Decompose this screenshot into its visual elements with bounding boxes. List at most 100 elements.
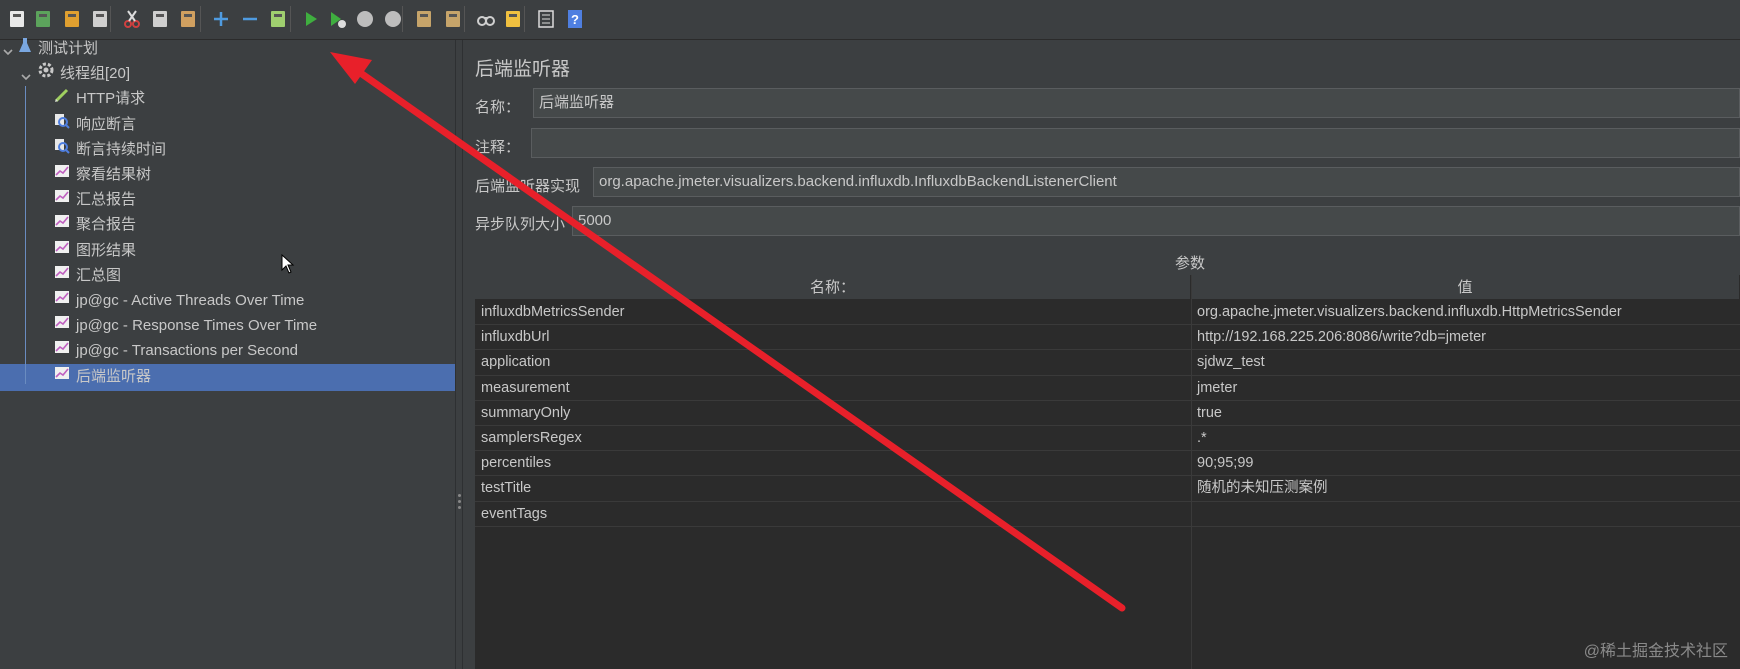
toolbar-separator	[524, 6, 525, 32]
expand-icon[interactable]	[211, 9, 231, 29]
start-icon[interactable]	[301, 9, 321, 29]
param-name-cell[interactable]: samplersRegex	[475, 426, 1191, 452]
implementation-label: 后端监听器实现	[475, 178, 581, 195]
tree-node[interactable]: 汇总报告	[54, 187, 136, 213]
gear-icon	[38, 61, 54, 87]
column-header-value[interactable]: 值	[1191, 275, 1740, 300]
assertion-icon	[54, 112, 70, 138]
listener-icon	[54, 212, 70, 238]
queue-size-field[interactable]: 5000	[572, 206, 1740, 236]
cut-icon[interactable]	[122, 9, 142, 29]
tree-node[interactable]: 断言持续时间	[54, 137, 166, 163]
param-name-cell[interactable]: testTitle	[475, 476, 1191, 502]
tree-node-label: jp@gc - Transactions per Second	[76, 342, 299, 360]
tree-node[interactable]: 线程组[20]	[38, 61, 130, 87]
listener-icon	[54, 364, 70, 390]
collapse-icon[interactable]	[240, 9, 260, 29]
expand-chevron-icon[interactable]	[21, 69, 31, 87]
pen-icon	[54, 86, 70, 112]
param-value-cell[interactable]: sjdwz_test	[1191, 350, 1740, 376]
name-label: 名称：	[475, 99, 521, 116]
save-icon[interactable]	[90, 9, 110, 29]
listener-icon	[54, 162, 70, 188]
mouse-cursor-icon	[281, 253, 295, 279]
param-name-cell[interactable]: summaryOnly	[475, 401, 1191, 426]
panel-title: 后端监听器	[475, 59, 571, 80]
param-value-cell[interactable]: 90;95;99	[1191, 451, 1740, 477]
tree-node[interactable]: jp@gc - Response Times Over Time	[54, 313, 317, 339]
shutdown-icon[interactable]	[383, 9, 403, 29]
templates-icon[interactable]	[33, 9, 53, 29]
param-name-cell[interactable]: eventTags	[475, 502, 1191, 527]
param-value-cell[interactable]: jmeter	[1191, 376, 1740, 401]
help-icon[interactable]: ?	[565, 9, 585, 29]
open-icon[interactable]	[62, 9, 82, 29]
tree-node[interactable]: 汇总图	[54, 263, 121, 289]
tree-node-label: 聚合报告	[76, 216, 137, 234]
tree-node[interactable]: 测试计划	[18, 36, 98, 62]
param-name-cell[interactable]: percentiles	[475, 451, 1191, 477]
tree-node-label: jp@gc - Active Threads Over Time	[76, 292, 305, 309]
tree-node[interactable]: 图形结果	[54, 238, 136, 264]
tree-node-label: 测试计划	[38, 40, 99, 57]
tree-node-label: jp@gc - Response Times Over Time	[76, 317, 318, 335]
implementation-combo[interactable]: org.apache.jmeter.visualizers.backend.in…	[593, 167, 1740, 197]
param-value-cell[interactable]	[1191, 502, 1740, 527]
assertion-icon	[54, 137, 70, 163]
param-value-cell[interactable]: org.apache.jmeter.visualizers.backend.in…	[1191, 300, 1740, 326]
clear-all-icon[interactable]	[443, 9, 463, 29]
test-plan-icon	[18, 36, 32, 62]
tree-node-label: 线程组[20]	[60, 65, 131, 83]
reset-search-icon[interactable]	[503, 9, 523, 29]
listener-icon	[54, 187, 70, 213]
tree-node[interactable]: 响应断言	[54, 112, 136, 138]
param-value-cell[interactable]: true	[1191, 401, 1740, 426]
start-no-pauses-icon[interactable]	[327, 9, 347, 29]
param-name-cell[interactable]: influxdbUrl	[475, 325, 1191, 351]
listener-icon	[54, 338, 70, 364]
param-name-cell[interactable]: application	[475, 350, 1191, 376]
name-field[interactable]: 后端监听器	[533, 88, 1740, 118]
tree-node-label: 断言持续时间	[76, 140, 167, 158]
param-value-cell[interactable]: .*	[1191, 426, 1740, 452]
tree-node[interactable]: 察看结果树	[54, 162, 151, 188]
listener-icon	[54, 263, 70, 289]
tree-node-label: 察看结果树	[76, 166, 152, 183]
comment-field[interactable]	[531, 128, 1740, 158]
paste-icon[interactable]	[178, 9, 198, 29]
param-value-cell[interactable]: 随机的未知压测案例	[1191, 476, 1740, 502]
splitter-grip-dot	[458, 494, 461, 497]
stop-icon[interactable]	[355, 9, 375, 29]
copy-icon[interactable]	[150, 9, 170, 29]
tree-node-label: 后端监听器	[76, 367, 152, 385]
splitter-grip-dot	[458, 500, 461, 503]
parameters-table: 名称： 值 influxdbMetricsSender org.apache.jm…	[475, 275, 1740, 669]
tree-node[interactable]: jp@gc - Active Threads Over Time	[54, 288, 304, 314]
new-icon[interactable]	[7, 9, 27, 29]
tree-node[interactable]: 聚合报告	[54, 212, 136, 238]
tree-node-label: 图形结果	[76, 241, 137, 259]
tree-node[interactable]: HTTP请求	[54, 86, 145, 112]
toggle-icon[interactable]	[268, 9, 288, 29]
tree-guide-line	[25, 86, 26, 384]
tree-node-label: 响应断言	[76, 115, 137, 133]
function-helper-icon[interactable]	[536, 9, 556, 29]
tree-node-label: HTTP请求	[76, 90, 146, 108]
svg-text:?: ?	[571, 12, 579, 27]
parameters-title: 参数	[1175, 255, 1206, 272]
listener-icon	[54, 288, 70, 314]
expand-chevron-icon[interactable]	[3, 44, 13, 62]
param-value-cell[interactable]: http://192.168.225.206:8086/write?db=jme…	[1191, 325, 1740, 351]
listener-icon	[54, 238, 70, 264]
clear-icon[interactable]	[414, 9, 434, 29]
panel-splitter[interactable]	[455, 40, 463, 669]
tree-node[interactable]: 后端监听器	[54, 364, 151, 390]
toolbar-separator	[110, 6, 111, 32]
param-name-cell[interactable]: measurement	[475, 376, 1191, 401]
param-name-cell[interactable]: influxdbMetricsSender	[475, 300, 1191, 326]
column-header-name[interactable]: 名称：	[475, 275, 1191, 300]
toolbar-separator	[200, 6, 201, 32]
tree-node[interactable]: jp@gc - Transactions per Second	[54, 338, 298, 364]
toolbar-separator	[290, 6, 291, 32]
search-icon[interactable]	[476, 9, 496, 29]
